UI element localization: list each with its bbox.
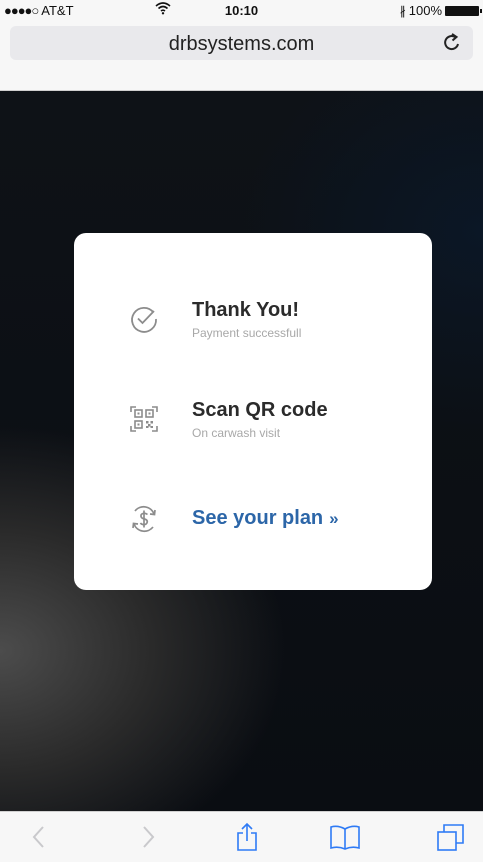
reload-icon[interactable] [443,31,463,59]
bluetooth-icon: ∦ [399,3,406,18]
confirmation-card: Thank You! Payment successfull Scan QR c… [74,233,432,590]
row-see-plan[interactable]: See your plan » [74,497,432,557]
row-thank-you: Thank You! Payment successfull [74,297,432,357]
back-icon[interactable] [25,822,55,852]
dollar-refresh-icon [128,503,160,535]
battery-icon [445,5,482,16]
payment-status-text: Payment successfull [192,326,302,340]
address-bar[interactable]: drbsystems.com [10,26,473,60]
browser-toolbar [0,811,483,862]
tabs-icon[interactable] [435,822,465,852]
see-your-plan-label: See your plan [192,507,324,529]
check-circle-icon [128,303,160,335]
qr-code-icon [128,403,160,435]
row-scan-qr: Scan QR code On carwash visit [74,397,432,457]
see-your-plan-link[interactable]: See your plan » [192,507,339,530]
url-text[interactable]: drbsystems.com [10,33,473,56]
chevron-double-right-icon: » [329,509,339,528]
browser-address-area: drbsystems.com [0,20,483,91]
battery-percent: 100% [408,3,442,18]
forward-icon[interactable] [133,822,163,852]
scan-qr-subtitle: On carwash visit [192,426,281,440]
thank-you-title: Thank You! [192,299,300,321]
bookmarks-icon[interactable] [328,822,360,852]
status-bar: ●●●●○ AT&T 10:10 ∦ 100% [0,0,483,20]
share-icon[interactable] [232,822,262,852]
battery-status: ∦ 100% [399,3,482,18]
scan-qr-title: Scan QR code [192,399,328,421]
